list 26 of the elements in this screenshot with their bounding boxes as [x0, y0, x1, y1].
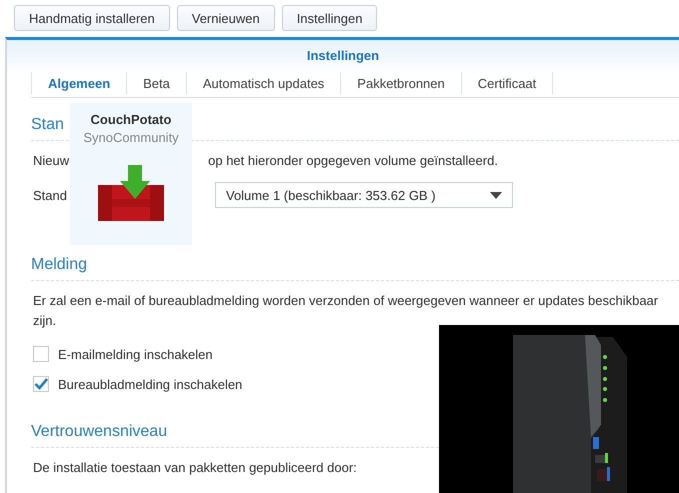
- field-label: Stand: [33, 188, 67, 202]
- checkbox[interactable]: [33, 346, 49, 362]
- tab[interactable]: Automatisch updates: [186, 72, 342, 94]
- dialog-title: Instellingen: [306, 48, 380, 63]
- toolbar-button[interactable]: Handmatig installeren: [14, 5, 170, 31]
- toolbar-button[interactable]: Instellingen: [282, 5, 378, 31]
- tab[interactable]: Certificaat: [462, 72, 554, 94]
- description-text: Er zal een e-mail of bureaubladmelding worden verzonden of weergegeven wanneer er updates beschikbaar zijn.: [33, 292, 660, 330]
- section-heading: Vertrouwensniveau: [31, 423, 168, 441]
- sofa-download-icon: [98, 165, 164, 221]
- package-publisher: SynoCommunity: [83, 130, 179, 145]
- section-heading: Stan: [31, 116, 64, 134]
- checkbox[interactable]: [33, 376, 49, 392]
- description-text: Nieuw: [33, 152, 70, 170]
- toolbar-button[interactable]: Vernieuwen: [176, 5, 275, 31]
- tab[interactable]: Beta: [127, 72, 187, 94]
- package-name: CouchPotato: [90, 112, 172, 127]
- description-text: De installatie toestaan van pakketten gepubliceerd door:: [33, 459, 358, 477]
- description-text: op het hieronder opgegeven volume geïnstalleerd.: [208, 152, 498, 170]
- checkbox-label: Bureaubladmelding inschakelen: [58, 376, 242, 392]
- caret-icon: [490, 192, 502, 198]
- tab[interactable]: Pakketbronnen: [341, 72, 462, 94]
- tab[interactable]: Algemeen: [32, 72, 128, 94]
- volume-dropdown[interactable]: Volume 1 (beschikbaar: 353.62 GB ): [214, 182, 513, 208]
- checkbox-label: E-mailmelding inschakelen: [58, 346, 213, 362]
- section-heading: Melding: [31, 256, 88, 274]
